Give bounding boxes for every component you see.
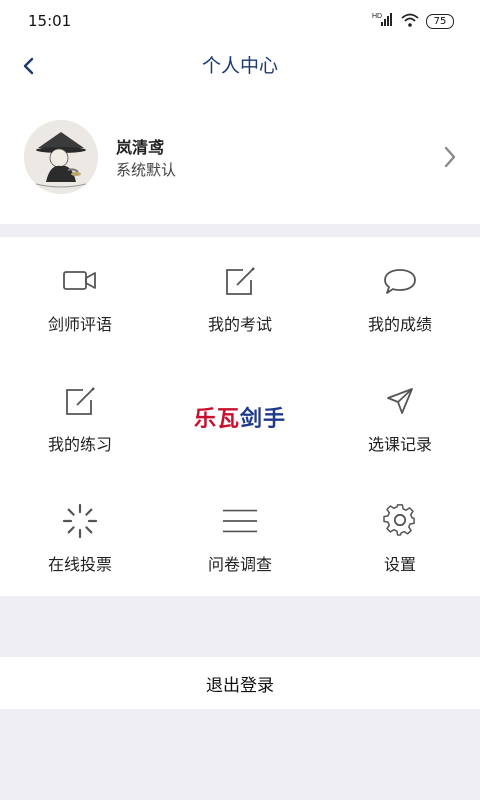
menu-item-label: 设置 <box>383 555 416 574</box>
avatar <box>24 120 98 194</box>
battery-icon: 75 <box>426 13 454 29</box>
brand-logo-text: 乐瓦剑手 <box>160 401 320 433</box>
wifi-icon <box>401 12 419 31</box>
menu-item-questionnaire[interactable]: 问卷调查 <box>160 477 320 597</box>
profile-card[interactable]: 岚清鸢 系统默认 <box>0 104 480 224</box>
network-type: HD <box>372 13 382 20</box>
edit-pencil-icon <box>222 265 258 297</box>
loading-spinner-icon <box>62 503 98 539</box>
profile-name: 岚清鸢 <box>116 138 165 157</box>
logout-label: 退出登录 <box>206 676 274 696</box>
video-camera-icon <box>62 265 98 297</box>
menu-item-label: 剑师评语 <box>47 315 112 334</box>
gear-icon <box>382 504 418 537</box>
menu-item-label: 我的成绩 <box>367 315 432 334</box>
edit-pencil-icon <box>62 385 98 417</box>
brand-logo-part1: 乐瓦 <box>193 407 240 432</box>
menu-item-online-voting[interactable]: 在线投票 <box>0 477 160 597</box>
signal-icon: HD <box>372 11 394 31</box>
send-arrow-icon <box>382 385 418 417</box>
nav-bar: 个人中心 <box>0 44 480 104</box>
profile-subtitle: 系统默认 <box>116 161 177 179</box>
chevron-right-icon <box>442 145 458 173</box>
menu-item-course-records[interactable]: 选课记录 <box>320 357 480 477</box>
menu-item-settings[interactable]: 设置 <box>320 477 480 597</box>
feature-grid: 剑师评语 我的考试 我的成绩 我的练习 乐瓦剑手 选课记录 在线投票 问卷调查 … <box>0 237 480 596</box>
menu-lines-icon <box>222 505 258 537</box>
menu-item-label: 在线投票 <box>47 555 112 574</box>
brand-logo: 乐瓦剑手 <box>160 357 320 477</box>
menu-item-sword-master-review[interactable]: 剑师评语 <box>0 237 160 357</box>
logout-button[interactable]: 退出登录 <box>0 657 480 709</box>
menu-item-my-exams[interactable]: 我的考试 <box>160 237 320 357</box>
menu-item-label: 问卷调查 <box>207 555 272 574</box>
chat-bubble-icon <box>382 265 418 297</box>
menu-item-my-practice[interactable]: 我的练习 <box>0 357 160 477</box>
brand-logo-part2: 剑手 <box>240 407 287 432</box>
page-title: 个人中心 <box>201 55 278 77</box>
menu-item-label: 我的考试 <box>207 315 272 334</box>
menu-item-label: 选课记录 <box>367 435 432 454</box>
status-icons: HD 75 <box>372 11 454 31</box>
status-bar: 15:01 HD 75 <box>0 0 480 44</box>
status-time: 15:01 <box>28 12 72 30</box>
menu-item-my-grades[interactable]: 我的成绩 <box>320 237 480 357</box>
menu-item-label: 我的练习 <box>47 435 112 454</box>
